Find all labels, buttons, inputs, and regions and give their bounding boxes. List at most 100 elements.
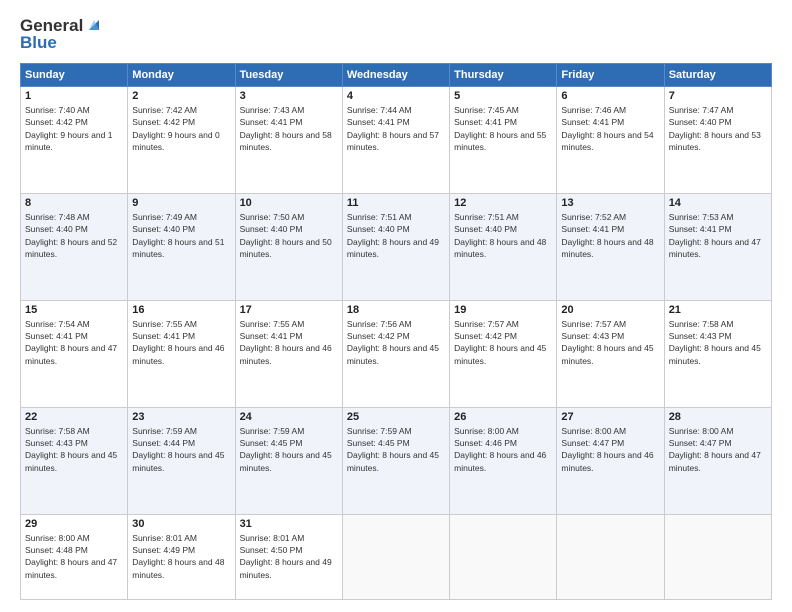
day-cell [342,514,449,599]
day-number: 4 [347,90,445,102]
day-number: 29 [25,518,123,530]
day-number: 20 [561,304,659,316]
day-info: Sunrise: 7:56 AMSunset: 4:42 PMDaylight:… [347,319,439,366]
day-info: Sunrise: 7:59 AMSunset: 4:45 PMDaylight:… [240,426,332,473]
day-cell: 8Sunrise: 7:48 AMSunset: 4:40 PMDaylight… [21,193,128,300]
day-cell: 9 Sunrise: 7:49 AMSunset: 4:40 PMDaylight… [128,193,235,300]
day-info: Sunrise: 7:55 AMSunset: 4:41 PMDaylight:… [132,319,224,366]
day-number: 8 [25,197,123,209]
day-number: 5 [454,90,552,102]
header-day-saturday: Saturday [664,64,771,87]
day-number: 3 [240,90,338,102]
day-cell: 26Sunrise: 8:00 AMSunset: 4:46 PMDayligh… [450,407,557,514]
header-row: SundayMondayTuesdayWednesdayThursdayFrid… [21,64,772,87]
day-number: 13 [561,197,659,209]
day-cell: 10 Sunrise: 7:50 AMSunset: 4:40 PMDayligh… [235,193,342,300]
week-row-1: 1 Sunrise: 7:40 AMSunset: 4:42 PMDaylight… [21,87,772,194]
day-number: 6 [561,90,659,102]
day-number: 10 [240,197,338,209]
day-number: 19 [454,304,552,316]
day-number: 17 [240,304,338,316]
day-cell: 23 Sunrise: 7:59 AMSunset: 4:44 PMDayligh… [128,407,235,514]
header-day-thursday: Thursday [450,64,557,87]
day-number: 9 [132,197,230,209]
calendar-table: SundayMondayTuesdayWednesdayThursdayFrid… [20,63,772,600]
day-info: Sunrise: 8:00 AMSunset: 4:48 PMDaylight:… [25,533,117,580]
header-day-friday: Friday [557,64,664,87]
day-cell: 25Sunrise: 7:59 AMSunset: 4:45 PMDayligh… [342,407,449,514]
day-info: Sunrise: 7:40 AMSunset: 4:42 PMDaylight:… [25,105,112,152]
day-info: Sunrise: 8:00 AMSunset: 4:47 PMDaylight:… [561,426,653,473]
header: General Blue [20,16,772,53]
day-info: Sunrise: 7:43 AMSunset: 4:41 PMDaylight:… [240,105,332,152]
day-number: 24 [240,411,338,423]
day-cell: 12 Sunrise: 7:51 AMSunset: 4:40 PMDayligh… [450,193,557,300]
day-number: 26 [454,411,552,423]
day-cell: 18 Sunrise: 7:56 AMSunset: 4:42 PMDayligh… [342,300,449,407]
day-number: 30 [132,518,230,530]
day-info: Sunrise: 7:54 AMSunset: 4:41 PMDaylight:… [25,319,117,366]
day-info: Sunrise: 7:42 AMSunset: 4:42 PMDaylight:… [132,105,219,152]
calendar-header: SundayMondayTuesdayWednesdayThursdayFrid… [21,64,772,87]
header-day-tuesday: Tuesday [235,64,342,87]
day-cell: 13 Sunrise: 7:52 AMSunset: 4:41 PMDayligh… [557,193,664,300]
day-info: Sunrise: 7:45 AMSunset: 4:41 PMDaylight:… [454,105,546,152]
day-number: 21 [669,304,767,316]
day-info: Sunrise: 7:58 AMSunset: 4:43 PMDaylight:… [669,319,761,366]
day-cell: 6Sunrise: 7:46 AMSunset: 4:41 PMDaylight… [557,87,664,194]
day-cell [557,514,664,599]
day-number: 15 [25,304,123,316]
day-info: Sunrise: 7:53 AMSunset: 4:41 PMDaylight:… [669,212,761,259]
day-cell: 19Sunrise: 7:57 AMSunset: 4:42 PMDayligh… [450,300,557,407]
day-cell: 5 Sunrise: 7:45 AMSunset: 4:41 PMDaylight… [450,87,557,194]
day-info: Sunrise: 7:57 AMSunset: 4:43 PMDaylight:… [561,319,653,366]
day-info: Sunrise: 7:52 AMSunset: 4:41 PMDaylight:… [561,212,653,259]
day-info: Sunrise: 7:59 AMSunset: 4:44 PMDaylight:… [132,426,224,473]
day-info: Sunrise: 7:51 AMSunset: 4:40 PMDaylight:… [347,212,439,259]
day-cell: 31 Sunrise: 8:01 AMSunset: 4:50 PMDayligh… [235,514,342,599]
day-info: Sunrise: 7:47 AMSunset: 4:40 PMDaylight:… [669,105,761,152]
day-number: 7 [669,90,767,102]
day-cell: 11 Sunrise: 7:51 AMSunset: 4:40 PMDayligh… [342,193,449,300]
day-number: 1 [25,90,123,102]
day-info: Sunrise: 7:51 AMSunset: 4:40 PMDaylight:… [454,212,546,259]
day-cell: 1 Sunrise: 7:40 AMSunset: 4:42 PMDaylight… [21,87,128,194]
day-number: 12 [454,197,552,209]
day-cell: 2 Sunrise: 7:42 AMSunset: 4:42 PMDaylight… [128,87,235,194]
day-cell: 15 Sunrise: 7:54 AMSunset: 4:41 PMDayligh… [21,300,128,407]
week-row-3: 15 Sunrise: 7:54 AMSunset: 4:41 PMDayligh… [21,300,772,407]
day-info: Sunrise: 7:55 AMSunset: 4:41 PMDaylight:… [240,319,332,366]
day-cell: 17 Sunrise: 7:55 AMSunset: 4:41 PMDayligh… [235,300,342,407]
day-info: Sunrise: 7:59 AMSunset: 4:45 PMDaylight:… [347,426,439,473]
day-cell [450,514,557,599]
week-row-2: 8Sunrise: 7:48 AMSunset: 4:40 PMDaylight… [21,193,772,300]
logo: General Blue [20,16,103,53]
day-number: 11 [347,197,445,209]
day-cell: 24 Sunrise: 7:59 AMSunset: 4:45 PMDayligh… [235,407,342,514]
day-info: Sunrise: 8:01 AMSunset: 4:50 PMDaylight:… [240,533,332,580]
day-cell: 27Sunrise: 8:00 AMSunset: 4:47 PMDayligh… [557,407,664,514]
page: General Blue SundayMondayTuesdayWednesda… [0,0,792,612]
day-cell: 7 Sunrise: 7:47 AMSunset: 4:40 PMDaylight… [664,87,771,194]
day-number: 16 [132,304,230,316]
day-cell: 21 Sunrise: 7:58 AMSunset: 4:43 PMDayligh… [664,300,771,407]
week-row-4: 22 Sunrise: 7:58 AMSunset: 4:43 PMDayligh… [21,407,772,514]
day-cell: 16 Sunrise: 7:55 AMSunset: 4:41 PMDayligh… [128,300,235,407]
day-info: Sunrise: 8:01 AMSunset: 4:49 PMDaylight:… [132,533,224,580]
day-number: 2 [132,90,230,102]
day-info: Sunrise: 7:58 AMSunset: 4:43 PMDaylight:… [25,426,117,473]
day-cell: 20 Sunrise: 7:57 AMSunset: 4:43 PMDayligh… [557,300,664,407]
day-number: 23 [132,411,230,423]
day-number: 22 [25,411,123,423]
day-cell: 29 Sunrise: 8:00 AMSunset: 4:48 PMDayligh… [21,514,128,599]
day-cell: 14Sunrise: 7:53 AMSunset: 4:41 PMDayligh… [664,193,771,300]
day-cell [664,514,771,599]
day-info: Sunrise: 7:44 AMSunset: 4:41 PMDaylight:… [347,105,439,152]
day-info: Sunrise: 7:50 AMSunset: 4:40 PMDaylight:… [240,212,332,259]
day-info: Sunrise: 8:00 AMSunset: 4:47 PMDaylight:… [669,426,761,473]
day-number: 18 [347,304,445,316]
day-number: 31 [240,518,338,530]
day-info: Sunrise: 7:49 AMSunset: 4:40 PMDaylight:… [132,212,224,259]
day-number: 28 [669,411,767,423]
day-cell: 30 Sunrise: 8:01 AMSunset: 4:49 PMDayligh… [128,514,235,599]
